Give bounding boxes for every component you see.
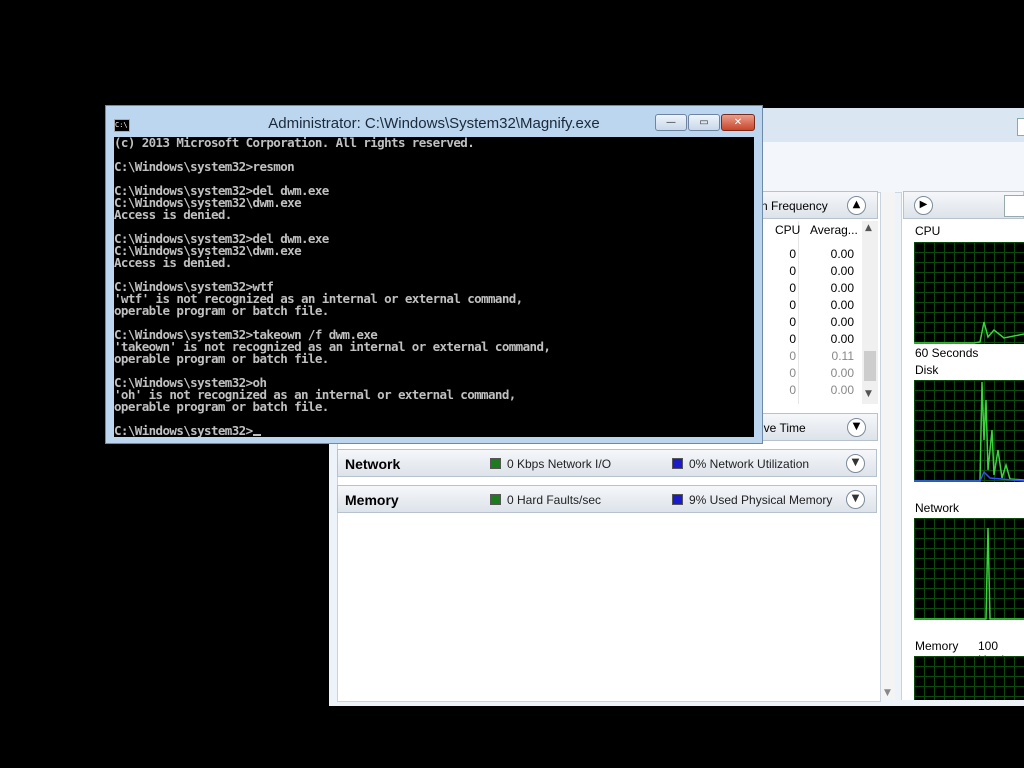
chevron-right-icon[interactable]: ▶: [914, 196, 933, 215]
average-cpu-cell: 0.00: [830, 383, 854, 397]
average-cpu-cell: 0.00: [830, 332, 854, 346]
table-scrollbar[interactable]: ▲ ▼: [862, 221, 878, 404]
cpu-cell: 0: [789, 332, 796, 346]
legend-square: [672, 458, 683, 469]
table-row[interactable]: 0 0.11: [762, 348, 878, 365]
table-row[interactable]: 0 0.00: [762, 246, 878, 263]
table-row[interactable]: 0 0.00: [762, 382, 878, 399]
average-cpu-cell: 0.11: [831, 349, 854, 363]
cpu-cell: 0: [789, 315, 796, 329]
cpu-cell: 0: [789, 349, 796, 363]
legend-square: [490, 494, 501, 505]
cpu-cell: 0: [789, 281, 796, 295]
memory-graph: [914, 656, 1024, 700]
cpu-cell: 0: [789, 247, 796, 261]
views-dropdown[interactable]: [1004, 195, 1024, 217]
memory-section-header[interactable]: Memory 0 Hard Faults/sec 9% Used Physica…: [337, 485, 877, 513]
console-output-area[interactable]: (c) 2013 Microsoft Corporation. All righ…: [114, 137, 754, 437]
chevron-down-icon[interactable]: ▼: [846, 490, 865, 509]
disk-section-header[interactable]: ive Time ▼: [761, 413, 878, 441]
table-row[interactable]: 0 0.00: [762, 297, 878, 314]
cpu-cell: 0: [789, 298, 796, 312]
disk-header-label: ive Time: [761, 421, 806, 435]
disk-graph-label: Disk: [915, 363, 939, 377]
cpu-header-label: n Frequency: [761, 199, 828, 213]
network-io-stat: 0 Kbps Network I/O: [490, 457, 611, 471]
scroll-thumb[interactable]: [864, 351, 876, 381]
network-utilization-stat: 0% Network Utilization: [672, 457, 809, 471]
average-cpu-cell: 0.00: [830, 315, 854, 329]
resmon-window-button[interactable]: [1017, 118, 1024, 136]
table-row[interactable]: 0 0.00: [762, 280, 878, 297]
disk-graph-line: [914, 381, 1024, 482]
average-cpu-cell: 0.00: [830, 247, 854, 261]
table-row[interactable]: 0 0.00: [762, 314, 878, 331]
command-prompt-window: C:\ Administrator: C:\Windows\System32\M…: [105, 105, 763, 444]
memory-graph-label: Memory: [915, 639, 959, 653]
network-graph-line: [914, 527, 1024, 620]
network-io-text: 0 Kbps Network I/O: [507, 457, 612, 471]
physical-memory-text: 9% Used Physical Memory: [689, 493, 833, 507]
network-utilization-text: 0% Network Utilization: [689, 457, 810, 471]
graphs-header: ▶: [903, 191, 1024, 219]
legend-square: [490, 458, 501, 469]
disk-graph: [914, 380, 1024, 482]
cpu-section-header[interactable]: n Frequency ▲: [761, 191, 878, 219]
console-text: (c) 2013 Microsoft Corporation. All righ…: [114, 137, 551, 437]
cmd-titlebar[interactable]: C:\ Administrator: C:\Windows\System32\M…: [106, 106, 762, 137]
cpu-cell: 0: [789, 264, 796, 278]
average-cpu-cell: 0.00: [830, 366, 854, 380]
cpu-graph-line: [914, 321, 1024, 344]
average-cpu-cell: 0.00: [830, 264, 854, 278]
scroll-down-icon[interactable]: ▼: [865, 389, 872, 399]
chevron-down-icon[interactable]: ▼: [846, 454, 865, 473]
average-cpu-cell: 0.00: [830, 298, 854, 312]
scroll-up-icon[interactable]: ▲: [865, 223, 872, 233]
cpu-cell: 0: [789, 366, 796, 380]
cpu-process-table: CPU Averag... 0 0.00 0 0.00 0 0.00 0 0.00 0 0.00 0…: [762, 221, 878, 404]
table-row[interactable]: 0 0.00: [762, 263, 878, 280]
scroll-down-icon[interactable]: ▼: [884, 688, 891, 698]
hard-faults-stat: 0 Hard Faults/sec: [490, 493, 601, 507]
cpu-cell: 0: [789, 383, 796, 397]
table-row[interactable]: 0 0.00: [762, 365, 878, 382]
network-graph-label: Network: [915, 501, 960, 515]
cpu-graph-timespan: 60 Seconds: [915, 346, 979, 360]
network-section-title: Network: [345, 456, 401, 472]
column-header-cpu[interactable]: CPU: [775, 223, 800, 237]
minimize-button[interactable]: —: [655, 114, 687, 131]
network-section-header[interactable]: Network 0 Kbps Network I/O 0% Network Ut…: [337, 449, 877, 477]
hard-faults-text: 0 Hard Faults/sec: [507, 493, 602, 507]
chevron-down-icon[interactable]: ▼: [847, 418, 866, 437]
chevron-up-icon[interactable]: ▲: [847, 196, 866, 215]
table-row[interactable]: 0 0.00: [762, 331, 878, 348]
network-graph: [914, 518, 1024, 620]
physical-memory-stat: 9% Used Physical Memory: [672, 493, 832, 507]
resmon-scrollbar[interactable]: ▼: [881, 192, 895, 700]
average-cpu-cell: 0.00: [830, 281, 854, 295]
cpu-graph: [914, 242, 1024, 344]
memory-section-title: Memory: [345, 492, 399, 508]
close-button[interactable]: ✕: [721, 114, 755, 131]
legend-square: [672, 494, 683, 505]
column-header-average[interactable]: Averag...: [810, 223, 858, 237]
cpu-graph-label: CPU: [915, 224, 941, 238]
maximize-button[interactable]: ▭: [688, 114, 720, 131]
text-cursor: [252, 434, 261, 436]
